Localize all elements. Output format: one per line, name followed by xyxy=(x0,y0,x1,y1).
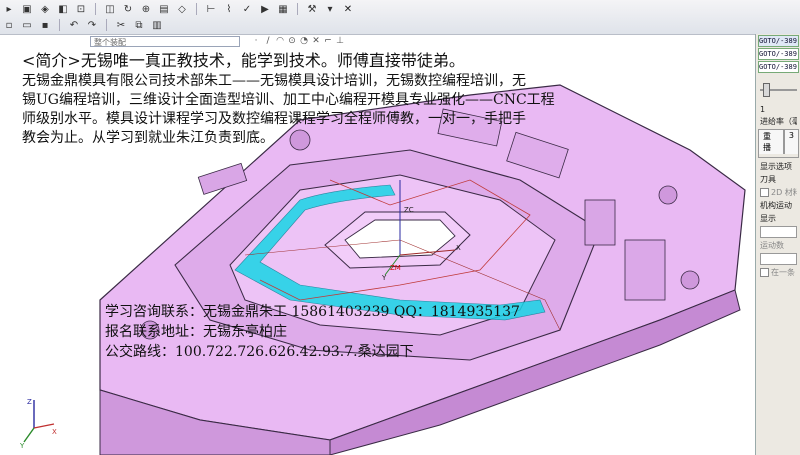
goto-line[interactable]: GOTO/-389 xyxy=(758,35,799,47)
checkbox-2d[interactable] xyxy=(760,188,769,197)
checkbox-material-label: 材料 xyxy=(784,188,797,197)
toolpath-icon[interactable]: ⌇ xyxy=(222,3,236,16)
arc-snap-icon[interactable]: ◠ xyxy=(274,35,286,47)
description-line-2: 锡UG编程培训，三维设计全面造型培训、加工中心编程开模具专业强化——CNC工程 xyxy=(22,92,555,108)
close-icon[interactable]: ✕ xyxy=(341,3,355,16)
copy-icon[interactable]: ⧉ xyxy=(132,19,146,32)
simulate-icon[interactable]: ▶ xyxy=(258,3,272,16)
toolbar-separator xyxy=(297,3,298,15)
description-line-4: 教会为止。从学习到就业朱江负责到底。 xyxy=(22,130,274,146)
motion-display-label: 运动数 xyxy=(760,241,784,250)
tab-replay[interactable]: 重播 xyxy=(758,129,784,154)
cut-icon[interactable]: ✂ xyxy=(114,19,128,32)
render-icon[interactable]: ◧ xyxy=(56,3,70,16)
chevron-down-icon[interactable]: ▾ xyxy=(323,3,337,16)
axis-label-y: Y xyxy=(382,274,387,282)
verify-icon[interactable]: ✓ xyxy=(240,3,254,16)
machine-motion-label: 机构运动 xyxy=(760,201,792,210)
post-icon[interactable]: ▦ xyxy=(276,3,290,16)
display-options-label: 显示选项 xyxy=(760,162,792,171)
fit-icon[interactable]: ◫ xyxy=(103,3,117,16)
axis-label-x: X xyxy=(456,244,461,252)
feed-label: 进给率（毫 xyxy=(760,117,797,126)
one-line-checkbox-label: 在一条 xyxy=(771,268,795,277)
snap-icon[interactable]: ◈ xyxy=(38,3,52,16)
goto-line[interactable]: GOTO/-389 xyxy=(758,61,799,73)
bus-route-text: 公交路线：100.722.726.626.42.93.7.桑达园下 xyxy=(105,344,414,360)
center-snap-icon[interactable]: ⊙ xyxy=(286,35,298,47)
measure-icon[interactable]: ⊢ xyxy=(204,3,218,16)
select-icon[interactable]: ▸ xyxy=(2,3,16,16)
tool-options: 2D 材料 xyxy=(760,187,797,198)
tab-content-border xyxy=(758,154,799,158)
axis-label-zc: ZC xyxy=(404,206,414,214)
toolbar-row-top: ▸ ▣ ◈ ◧ ⊡ ◫ ↻ ⊕ ▤ ◇ ⊢ ⌇ ✓ ▶ ▦ ⚒ ▾ ✕ xyxy=(0,1,357,17)
svg-text:Y: Y xyxy=(20,442,25,448)
intersect-snap-icon[interactable]: ✕ xyxy=(310,35,322,47)
wcs-triad: Z X Y xyxy=(20,398,57,448)
point-snap-icon[interactable]: · xyxy=(250,35,262,47)
right-pocket xyxy=(624,239,666,301)
end-snap-icon[interactable]: ⌐ xyxy=(322,35,334,47)
address-text: 报名联系地址：无锡东亭柏庄 xyxy=(105,324,287,340)
toolbar-row-bottom: ▫ ▭ ▪ ↶ ↷ ✂ ⧉ ▥ xyxy=(0,17,166,33)
line-snap-icon[interactable]: / xyxy=(262,35,274,47)
open-icon[interactable]: ▭ xyxy=(20,19,34,32)
selection-filter-icons: · / ◠ ⊙ ◔ ✕ ⌐ ⊥ xyxy=(250,35,346,47)
bolt-hole xyxy=(658,185,678,205)
toolbar-separator xyxy=(106,19,107,31)
layer-icon[interactable]: ▤ xyxy=(157,3,171,16)
right-slide-block xyxy=(584,199,616,246)
svg-text:Z: Z xyxy=(27,398,32,406)
display-label: 显示 xyxy=(760,214,776,223)
one-line-option: 在一条 xyxy=(760,267,797,278)
tool-label: 刀具 xyxy=(760,175,776,184)
origin-label: ZM xyxy=(390,264,401,272)
redo-icon[interactable]: ↷ xyxy=(85,19,99,32)
display-select[interactable] xyxy=(760,226,797,238)
tab-3d[interactable]: 3 xyxy=(783,129,799,154)
save-icon[interactable]: ▪ xyxy=(38,19,52,32)
slider-value: 1 xyxy=(760,105,766,114)
description-line-3: 师级别水平。模具设计课程学习及数控编程课程学习全程师傅教，一对一，手把手 xyxy=(22,111,526,127)
view-icon[interactable]: ⊡ xyxy=(74,3,88,16)
svg-text:X: X xyxy=(52,428,57,436)
checkbox-2d-label: 2D xyxy=(771,188,783,197)
motion-display-select[interactable] xyxy=(760,253,797,265)
toolbar-separator xyxy=(59,19,60,31)
rotate-icon[interactable]: ↻ xyxy=(121,3,135,16)
speed-slider[interactable] xyxy=(760,79,797,103)
paste-icon[interactable]: ▥ xyxy=(150,19,164,32)
tool-path-replay-panel: GOTO/-389 GOTO/-389 GOTO/-389 1 进给率（毫 重播… xyxy=(755,34,800,455)
tool-icon[interactable]: ⚒ xyxy=(305,3,319,16)
bolt-hole xyxy=(680,270,700,290)
intro-text: <简介>无锡唯一真正教技术，能学到技术。师傅直接带徒弟。 xyxy=(22,51,465,70)
quadrant-snap-icon[interactable]: ◔ xyxy=(298,35,310,47)
slider-thumb[interactable] xyxy=(763,83,770,97)
contact-text: 学习咨询联系：无锡金鼎朱工 15861403239 QQ：1814935137 xyxy=(105,304,520,320)
mid-snap-icon[interactable]: ⊥ xyxy=(334,35,346,47)
panel-tabs: 重播 3 xyxy=(758,129,799,154)
main-toolbar: ▸ ▣ ◈ ◧ ⊡ ◫ ↻ ⊕ ▤ ◇ ⊢ ⌇ ✓ ▶ ▦ ⚒ ▾ ✕ ▫ ▭ … xyxy=(0,0,800,35)
description-line-1: 无锡金鼎模具有限公司技术部朱工——无锡模具设计培训，无锡数控编程培训，无 xyxy=(22,73,526,89)
undo-icon[interactable]: ↶ xyxy=(67,19,81,32)
analysis-icon[interactable]: ◇ xyxy=(175,3,189,16)
one-line-checkbox[interactable] xyxy=(760,268,769,277)
assembly-filter-dropdown[interactable]: 整个装配 xyxy=(90,36,240,47)
zoom-icon[interactable]: ⊕ xyxy=(139,3,153,16)
filter-icon[interactable]: ▣ xyxy=(20,3,34,16)
goto-line[interactable]: GOTO/-389 xyxy=(758,48,799,60)
bolt-hole xyxy=(289,129,311,151)
new-icon[interactable]: ▫ xyxy=(2,19,16,32)
toolbar-separator xyxy=(196,3,197,15)
toolbar-separator xyxy=(95,3,96,15)
